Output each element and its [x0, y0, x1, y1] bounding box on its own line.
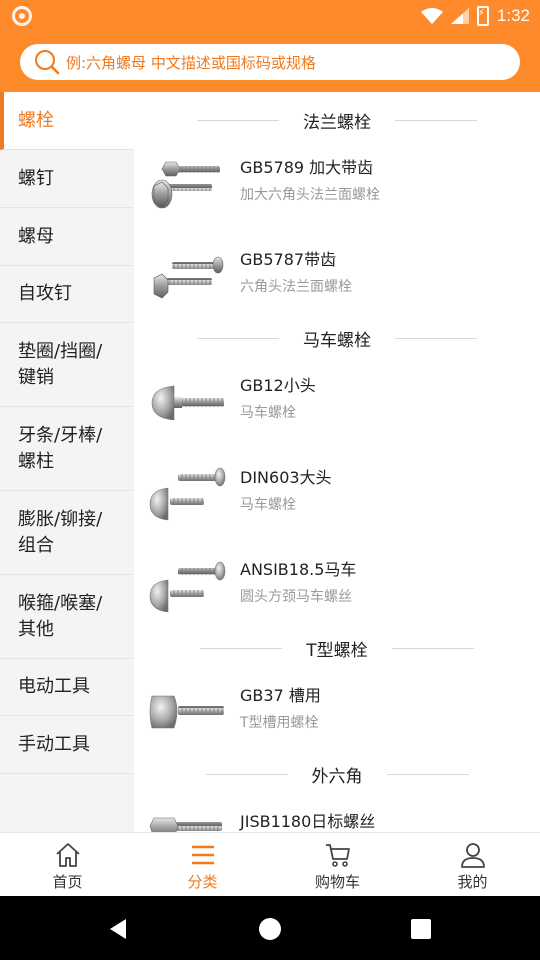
status-bar: 1:32	[0, 0, 540, 32]
sidebar-item-bolt[interactable]: 螺栓	[0, 92, 134, 150]
sidebar-item-label: 螺钉	[18, 167, 54, 189]
product-item[interactable]: JISB1180日标螺丝	[134, 796, 540, 832]
sidebar-item-hand-tools[interactable]: 手动工具	[0, 716, 134, 774]
product-item[interactable]: GB5787带齿 六角头法兰面螺栓	[134, 234, 540, 324]
sidebar-item-tapping-screw[interactable]: 自攻钉	[0, 266, 134, 323]
sidebar-item-nut[interactable]: 螺母	[0, 208, 134, 266]
product-name: GB37 槽用	[240, 686, 321, 705]
system-nav-bar	[0, 896, 540, 960]
section-header: T型螺栓	[134, 628, 540, 668]
sidebar-item-power-tools[interactable]: 电动工具	[0, 659, 134, 716]
product-name: GB12小头	[240, 376, 316, 395]
sidebar-item-label: 垫圈/挡圈/ 键销	[18, 340, 103, 388]
product-name: ANSIB18.5马车	[240, 560, 357, 579]
search-header: 例:六角螺母 中文描述或国标码或规格	[0, 32, 540, 92]
product-name: JISB1180日标螺丝	[240, 812, 376, 831]
section-title: 法兰螺栓	[303, 112, 371, 133]
flange-bolt-icon	[153, 256, 224, 299]
nav-cart-label: 购物车	[314, 873, 360, 891]
sidebar-item-threaded-rod[interactable]: 牙条/牙棒/ 螺柱	[0, 407, 134, 491]
carriage-bolt-icon	[149, 561, 226, 613]
home-icon	[56, 843, 80, 867]
cart-icon	[326, 844, 350, 867]
sidebar-item-label: 螺栓	[18, 109, 54, 131]
wifi-icon	[420, 8, 443, 24]
sidebar-item-label: 喉箍/喉塞/ 其他	[18, 592, 103, 640]
nav-profile[interactable]: 我的	[405, 833, 540, 897]
carriage-bolt-icon	[149, 467, 226, 521]
search-icon	[35, 50, 60, 75]
section-header: 外六角	[134, 754, 540, 794]
t-bolt-icon	[149, 695, 224, 729]
product-name: GB5789 加大带齿	[240, 158, 374, 177]
product-desc: 圆头方颈马车螺丝	[240, 589, 352, 605]
product-desc: 加大六角头法兰面螺栓	[240, 187, 380, 203]
product-item[interactable]: GB5789 加大带齿 加大六角头法兰面螺栓	[134, 142, 540, 232]
sidebar-item-label: 牙条/牙棒/ 螺柱	[18, 424, 103, 472]
product-desc: 六角头法兰面螺栓	[240, 279, 352, 295]
section-title: 马车螺栓	[303, 330, 371, 351]
sidebar-item-screw[interactable]: 螺钉	[0, 150, 134, 208]
product-item[interactable]: DIN603大头 马车螺栓	[134, 452, 540, 542]
menu-icon	[192, 845, 214, 865]
product-list[interactable]: 法兰螺栓 GB5789 加大带齿 加大六角头法兰面螺栓 GB5787带齿 六角头…	[134, 92, 540, 832]
nav-category-label: 分类	[187, 873, 218, 891]
product-item[interactable]: ANSIB18.5马车 圆头方颈马车螺丝	[134, 544, 540, 634]
home-button-icon[interactable]	[257, 916, 283, 942]
bottom-nav: 首页 分类 购物车 我的	[0, 832, 540, 897]
flange-bolt-icon	[151, 161, 220, 209]
signal-icon	[450, 8, 469, 24]
hex-bolt-icon	[149, 817, 222, 832]
nav-category[interactable]: 分类	[135, 833, 270, 897]
battery-icon	[476, 6, 489, 26]
sidebar-item-anchor[interactable]: 膨胀/铆接/ 组合	[0, 491, 134, 575]
sidebar-item-label: 自攻钉	[18, 283, 72, 304]
product-desc: T型槽用螺栓	[240, 715, 319, 731]
product-name: DIN603大头	[240, 468, 332, 487]
nav-cart[interactable]: 购物车	[270, 833, 405, 897]
sidebar-item-label: 电动工具	[18, 676, 90, 697]
product-name: GB5787带齿	[240, 250, 337, 269]
sidebar-item-label: 膨胀/铆接/ 组合	[18, 508, 103, 556]
product-item[interactable]: GB12小头 马车螺栓	[134, 360, 540, 450]
sidebar-item-clamp[interactable]: 喉箍/喉塞/ 其他	[0, 575, 134, 659]
sidebar-item-label: 手动工具	[18, 733, 90, 755]
carriage-bolt-icon	[151, 385, 224, 421]
recents-icon[interactable]	[408, 916, 434, 942]
section-header: 马车螺栓	[134, 318, 540, 358]
search-input[interactable]: 例:六角螺母 中文描述或国标码或规格	[20, 44, 520, 80]
product-item[interactable]: GB37 槽用 T型槽用螺栓	[134, 670, 540, 760]
sidebar-item-label: 螺母	[18, 225, 54, 247]
sidebar-item-washer[interactable]: 垫圈/挡圈/ 键销	[0, 323, 134, 407]
back-icon[interactable]	[106, 916, 132, 942]
profile-icon	[461, 843, 485, 868]
section-title: T型螺栓	[306, 640, 368, 661]
nav-home[interactable]: 首页	[0, 833, 135, 897]
section-title: 外六角	[311, 766, 363, 787]
product-desc: 马车螺栓	[240, 497, 296, 513]
nav-profile-label: 我的	[457, 873, 488, 891]
app-notification-icon	[12, 6, 32, 26]
section-header: 法兰螺栓	[134, 100, 540, 140]
search-placeholder: 例:六角螺母 中文描述或国标码或规格	[66, 53, 316, 72]
nav-home-label: 首页	[52, 873, 83, 891]
category-sidebar: 螺栓 螺钉 螺母 自攻钉 垫圈/挡圈/ 键销 牙条/牙棒/ 螺柱 膨胀/铆接/ …	[0, 92, 134, 832]
status-time: 1:32	[496, 6, 530, 25]
product-desc: 马车螺栓	[240, 405, 296, 421]
